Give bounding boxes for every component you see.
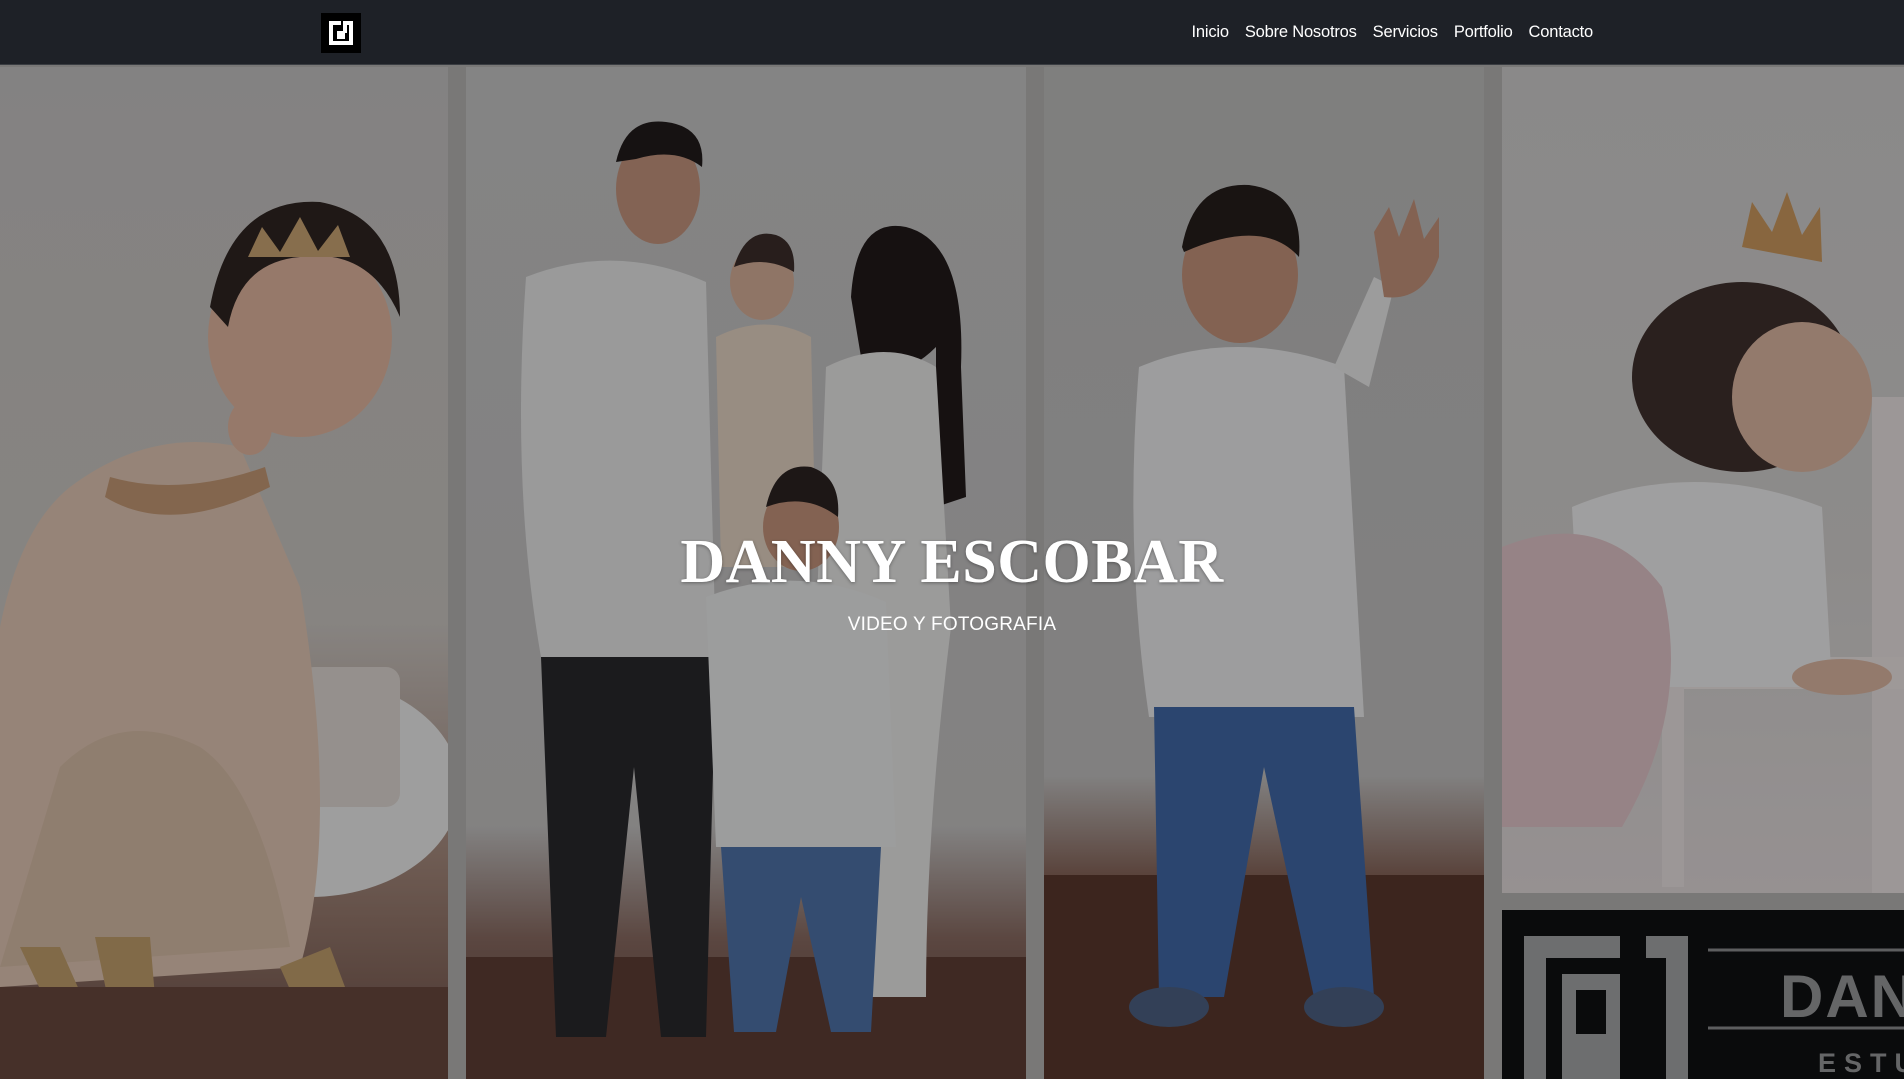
hero-subtitle: VIDEO Y FOTOGRAFIA xyxy=(847,614,1057,635)
nav-link-sobre-nosotros[interactable]: Sobre Nosotros xyxy=(1245,23,1357,42)
hero-text-block: DANNY ESCOBAR VIDEO Y FOTOGRAFIA xyxy=(0,531,1904,636)
hero-section: DAN ESTU DANNY ESCOBAR VIDEO Y FOTOGRAFI… xyxy=(0,65,1904,1079)
brand-monogram-icon xyxy=(321,13,361,53)
main-nav: Inicio Sobre Nosotros Servicios Portfoli… xyxy=(1192,0,1594,64)
nav-link-inicio[interactable]: Inicio xyxy=(1192,23,1230,42)
nav-link-servicios[interactable]: Servicios xyxy=(1373,23,1438,42)
top-navbar: Inicio Sobre Nosotros Servicios Portfoli… xyxy=(0,0,1904,65)
hero-title: DANNY ESCOBAR xyxy=(680,528,1224,596)
nav-link-contacto[interactable]: Contacto xyxy=(1529,23,1594,42)
nav-link-portfolio[interactable]: Portfolio xyxy=(1454,23,1513,42)
brand-logo[interactable] xyxy=(321,13,361,53)
